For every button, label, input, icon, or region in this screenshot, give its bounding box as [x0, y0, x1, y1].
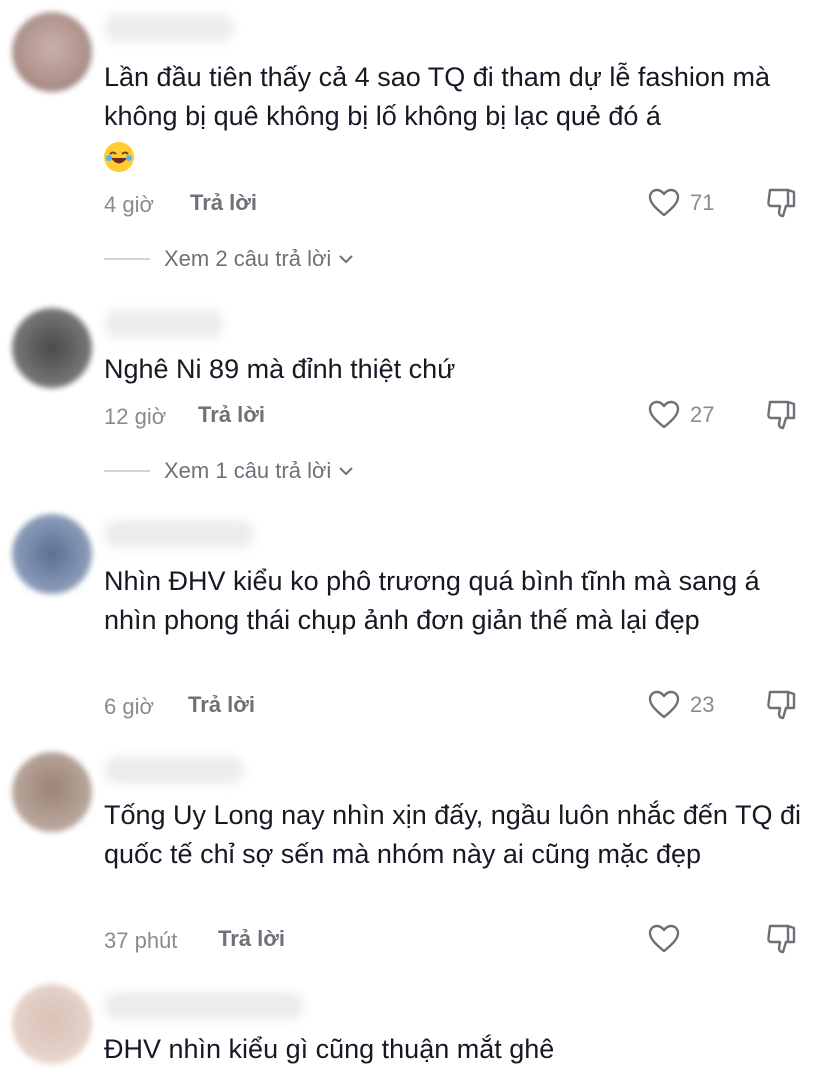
- reply-button[interactable]: Trả lời: [218, 926, 285, 952]
- avatar[interactable]: [12, 12, 92, 92]
- reply-button[interactable]: Trả lời: [190, 190, 257, 216]
- avatar[interactable]: [12, 984, 92, 1064]
- comment-time: 12 giờ: [104, 404, 167, 429]
- dislike-button[interactable]: [764, 922, 800, 961]
- like-count: 27: [690, 402, 715, 427]
- heart-outline-icon: [648, 690, 680, 719]
- heart-outline-icon: [648, 924, 680, 953]
- dislike-button[interactable]: [764, 688, 800, 727]
- comment-text: Nghê Ni 89 mà đỉnh thiệt chứ: [104, 354, 456, 384]
- chevron-down-icon: [339, 255, 353, 264]
- like-button[interactable]: 27: [648, 398, 714, 432]
- comment-text: Nhìn ĐHV kiểu ko phô trương quá bình tĩn…: [104, 566, 760, 635]
- thumbs-down-icon: [767, 924, 796, 954]
- comment-text: Tống Uy Long nay nhìn xịn đấy, ngầu luôn…: [104, 800, 801, 869]
- heart-outline-icon: [648, 400, 680, 429]
- view-replies-button[interactable]: Xem 1 câu trả lời: [104, 458, 355, 484]
- thumbs-down-icon: [767, 690, 796, 720]
- dislike-button[interactable]: [764, 398, 800, 437]
- laughing-emoji-icon: [104, 141, 134, 172]
- avatar[interactable]: [12, 752, 92, 832]
- like-button[interactable]: 71: [648, 186, 714, 220]
- comment-time: 37 phút: [104, 928, 178, 953]
- view-replies-label: Xem 2 câu trả lời: [164, 246, 332, 271]
- comment-text: ĐHV nhìn kiểu gì cũng thuận mắt ghê: [104, 1034, 555, 1064]
- like-button[interactable]: 23: [648, 688, 714, 722]
- divider: [104, 258, 150, 260]
- reply-button[interactable]: Trả lời: [198, 402, 265, 428]
- reply-button[interactable]: Trả lời: [188, 692, 255, 718]
- comment-time: 6 giờ: [104, 694, 154, 719]
- chevron-down-icon: [339, 467, 353, 476]
- divider: [104, 470, 150, 472]
- comment-text: Lần đầu tiên thấy cả 4 sao TQ đi tham dự…: [104, 58, 814, 175]
- thumbs-down-icon: [767, 188, 796, 218]
- comment-time: 4 giờ: [104, 192, 154, 217]
- username[interactable]: [104, 310, 224, 338]
- username[interactable]: [104, 756, 244, 784]
- like-count: 71: [690, 190, 715, 215]
- username[interactable]: [104, 520, 254, 548]
- avatar[interactable]: [12, 514, 92, 594]
- like-count: 23: [690, 692, 715, 717]
- heart-outline-icon: [648, 188, 680, 217]
- view-replies-button[interactable]: Xem 2 câu trả lời: [104, 246, 355, 272]
- like-button[interactable]: [648, 922, 690, 956]
- dislike-button[interactable]: [764, 186, 800, 225]
- username[interactable]: [104, 14, 234, 42]
- username[interactable]: [104, 992, 304, 1020]
- view-replies-label: Xem 1 câu trả lời: [164, 458, 332, 483]
- avatar[interactable]: [12, 308, 92, 388]
- thumbs-down-icon: [767, 400, 796, 430]
